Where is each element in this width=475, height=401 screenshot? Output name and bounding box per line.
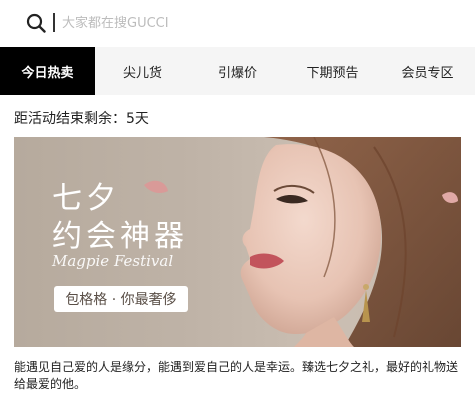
category-tabs: 今日热卖 尖儿货 引爆价 下期预告 会员专区 xyxy=(0,47,475,95)
search-bar xyxy=(0,0,475,46)
countdown-text: 距活动结束剩余：5天 xyxy=(14,111,149,127)
search-icon[interactable] xyxy=(26,13,46,33)
banner-cta-button[interactable]: 包格格 · 你最奢侈 xyxy=(54,286,188,312)
search-input[interactable] xyxy=(62,12,442,34)
tab-top-picks[interactable]: 尖儿货 xyxy=(95,47,190,95)
text-cursor xyxy=(53,13,55,32)
tab-next-preview[interactable]: 下期预告 xyxy=(285,47,380,95)
promo-description: 能遇见自己爱的人是缘分，能遇到爱自己的人是幸运。臻选七夕之礼，最好的礼物送给最爱… xyxy=(14,360,459,391)
promo-banner[interactable]: 七夕 约会神器 Magpie Festival 包格格 · 你最奢侈 xyxy=(14,137,461,347)
banner-title-line2: 约会神器 xyxy=(52,219,188,254)
tab-member-zone[interactable]: 会员专区 xyxy=(380,47,475,95)
tab-hot-price[interactable]: 引爆价 xyxy=(190,47,285,95)
banner-script-text: Magpie Festival xyxy=(52,252,174,270)
tab-today-hot[interactable]: 今日热卖 xyxy=(0,47,95,95)
